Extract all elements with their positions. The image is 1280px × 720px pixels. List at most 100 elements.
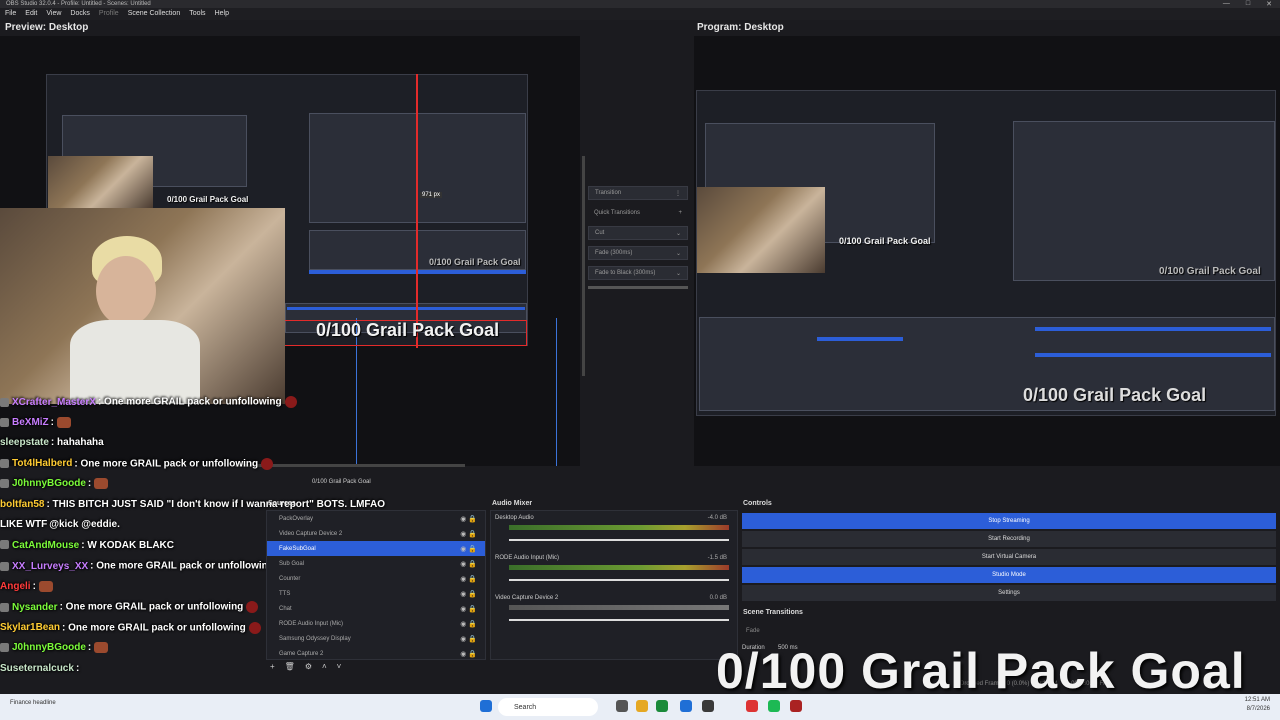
- menu-file[interactable]: File: [5, 8, 16, 20]
- source-label: RODE Audio Input (Mic): [279, 620, 344, 627]
- studio-mode-button[interactable]: Studio Mode: [742, 567, 1276, 583]
- mixer-db-value: -1.5 dB: [707, 555, 727, 561]
- settings-button[interactable]: Settings: [742, 585, 1276, 601]
- clock-date: 8/7/2026: [1246, 706, 1270, 712]
- mixer-db-value: -4.0 dB: [707, 515, 727, 521]
- distance-badge: 971 px: [420, 192, 443, 198]
- visibility-lock-icon[interactable]: ◉ 🔒: [460, 560, 477, 568]
- webcam-feed: [0, 208, 285, 404]
- preview-scrollbar[interactable]: [582, 156, 585, 376]
- source-item[interactable]: Video Capture Device 2 ◉ 🔒: [267, 526, 485, 541]
- chat-username: Tot4lHalberd: [12, 458, 73, 470]
- menu-help[interactable]: Help: [215, 8, 229, 20]
- visibility-lock-icon[interactable]: ◉ 🔒: [460, 605, 477, 613]
- menu-scene-collection[interactable]: Scene Collection: [128, 8, 181, 20]
- sources-toolbar: + 🗑 ⚙ ˄ ˅: [270, 662, 341, 671]
- visibility-lock-icon[interactable]: ◉ 🔒: [460, 650, 477, 658]
- goal-overlay-text: 0/100 Grail Pack Goal: [716, 643, 1246, 699]
- source-item[interactable]: TTS ◉ 🔒: [267, 586, 485, 601]
- spotify-icon[interactable]: [768, 700, 780, 712]
- file-explorer-icon[interactable]: [636, 700, 648, 712]
- taskbar-search[interactable]: Search: [498, 698, 598, 716]
- transition-select[interactable]: Fade: [742, 625, 1276, 637]
- chat-badge-icon: [0, 417, 9, 427]
- nested-goal-text-1: 0/100 Grail Pack Goal: [167, 195, 249, 204]
- menu-docks[interactable]: Docks: [70, 8, 89, 20]
- cut-button[interactable]: Cut ⌄: [588, 226, 688, 240]
- source-item[interactable]: PackOverlay ◉ 🔒: [267, 511, 485, 526]
- chat-username: J0hnnyBGoode: [12, 478, 86, 490]
- chevron-down-icon: ⌄: [675, 230, 681, 237]
- chat-text: :: [32, 580, 36, 592]
- fade-to-black-button[interactable]: Fade to Black (300ms) ⌄: [588, 266, 688, 280]
- cut-label: Cut: [595, 230, 605, 236]
- edge-icon[interactable]: [656, 700, 668, 712]
- chat-username: XX_Lurveys_XX: [12, 560, 89, 572]
- source-label: Chat: [279, 605, 292, 612]
- chat-message: XCrafter_MasterX: One more GRAIL pack or…: [0, 396, 440, 417]
- mixer-channel: Desktop Audio -4.0 dB: [495, 515, 733, 555]
- weather-widget[interactable]: Finance headline: [10, 700, 56, 706]
- store-icon[interactable]: [680, 700, 692, 712]
- minimize-icon[interactable]: —: [1223, 0, 1230, 8]
- source-item[interactable]: Samsung Odyssey Display ◉ 🔒: [267, 631, 485, 646]
- start-recording-button[interactable]: Start Recording: [742, 531, 1276, 547]
- trash-icon[interactable]: 🗑: [285, 662, 295, 671]
- gear-icon[interactable]: ⚙: [305, 662, 312, 671]
- kebab-icon[interactable]: ⋮: [675, 190, 681, 197]
- audio-mixer-dock: Desktop Audio -4.0 dB RODE Audio Input (Mi…: [490, 510, 738, 660]
- menu-tools[interactable]: Tools: [189, 8, 205, 20]
- source-item[interactable]: Game Capture 2 ◉ 🔒: [267, 646, 485, 661]
- chat-message: BeXMiZ:: [0, 416, 440, 438]
- add-icon[interactable]: +: [270, 662, 275, 671]
- system-tray[interactable]: 12:51 AM 8/7/2026: [1245, 696, 1270, 714]
- chat-badge-icon: [0, 479, 9, 488]
- visibility-lock-icon[interactable]: ◉ 🔒: [460, 635, 477, 643]
- visibility-lock-icon[interactable]: ◉ 🔒: [460, 545, 477, 553]
- maximize-icon[interactable]: □: [1246, 0, 1250, 8]
- source-item[interactable]: RODE Audio Input (Mic) ◉ 🔒: [267, 616, 485, 631]
- chat-badge-icon: [0, 540, 9, 550]
- visibility-lock-icon[interactable]: ◉ 🔒: [460, 530, 477, 538]
- close-icon[interactable]: ✕: [1266, 0, 1272, 8]
- prog-webcam: [697, 187, 825, 273]
- chevron-down-icon: ⌄: [675, 250, 681, 257]
- obs-icon[interactable]: [702, 700, 714, 712]
- volume-slider[interactable]: [509, 619, 729, 621]
- fade-button[interactable]: Fade (300ms) ⌄: [588, 246, 688, 260]
- menu-edit[interactable]: Edit: [25, 8, 37, 20]
- down-icon[interactable]: ˅: [337, 662, 342, 671]
- source-item[interactable]: Chat ◉ 🔒: [267, 601, 485, 616]
- menu-profile[interactable]: Profile: [99, 8, 119, 20]
- volume-slider[interactable]: [509, 579, 729, 581]
- start-virtual-camera-button[interactable]: Start Virtual Camera: [742, 549, 1276, 565]
- source-item[interactable]: FakeSubGoal ◉ 🔒: [267, 541, 485, 556]
- visibility-lock-icon[interactable]: ◉ 🔒: [460, 620, 477, 628]
- search-label: Search: [514, 703, 537, 711]
- visibility-lock-icon[interactable]: ◉ 🔒: [460, 515, 477, 523]
- app-icon[interactable]: [790, 700, 802, 712]
- menu-view[interactable]: View: [46, 8, 61, 20]
- up-icon[interactable]: ˄: [322, 662, 327, 671]
- transition-slider[interactable]: [588, 286, 688, 289]
- prog-nested-btn2: [1035, 353, 1271, 357]
- visibility-lock-icon[interactable]: ◉ 🔒: [460, 590, 477, 598]
- chrome-icon[interactable]: [746, 700, 758, 712]
- source-label: Sub Goal: [279, 560, 305, 567]
- plus-icon[interactable]: +: [678, 210, 682, 216]
- chat-username: Nysander: [12, 601, 58, 613]
- visibility-lock-icon[interactable]: ◉ 🔒: [460, 575, 477, 583]
- prog-goal-text-1: 0/100 Grail Pack Goal: [839, 236, 931, 246]
- prog-goal-text-3: 0/100 Grail Pack Goal: [1023, 385, 1207, 405]
- source-item[interactable]: Counter ◉ 🔒: [267, 571, 485, 586]
- menubar: File Edit View Docks Profile Scene Colle…: [0, 8, 1280, 20]
- task-view-icon[interactable]: [616, 700, 628, 712]
- source-item[interactable]: Sub Goal ◉ 🔒: [267, 556, 485, 571]
- volume-slider[interactable]: [509, 539, 729, 541]
- windows-start-icon[interactable]: [480, 700, 492, 712]
- stop-streaming-button[interactable]: Stop Streaming: [742, 513, 1276, 529]
- transition-button[interactable]: Transition ⋮: [588, 186, 688, 200]
- source-label: FakeSubGoal: [279, 545, 316, 552]
- chat-text: @kick @eddie.: [49, 519, 120, 530]
- sources-context-tab[interactable]: 0/100 Grail Pack Goal: [312, 479, 371, 485]
